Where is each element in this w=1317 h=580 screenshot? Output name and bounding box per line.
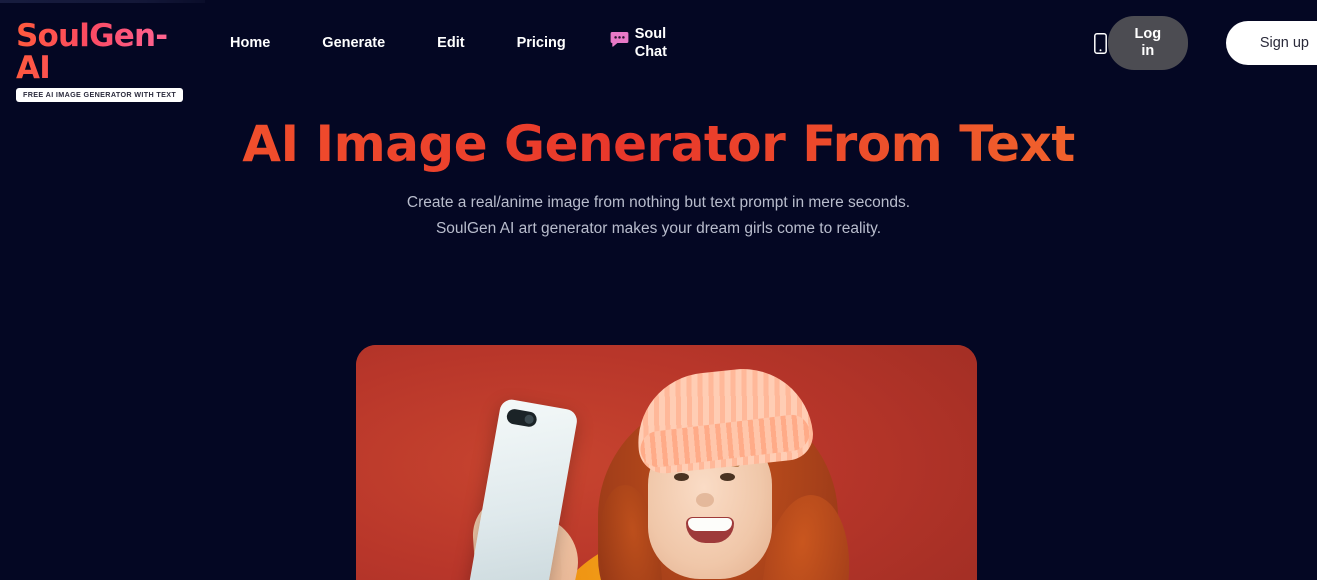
page-loading-progress-bar — [0, 0, 205, 3]
nav-item-soul-chat-label: Soul Chat — [634, 26, 667, 60]
signup-button[interactable]: Sign up — [1225, 21, 1317, 65]
mobile-phone-icon — [1093, 32, 1107, 54]
main-navigation: Home Generate Edit Pricing Soul Chat — [230, 0, 671, 86]
photo-eye-left — [674, 473, 689, 481]
photo-nose — [696, 493, 714, 507]
photo-eye-right — [720, 473, 735, 481]
logo-tagline-badge: FREE AI IMAGE GENERATOR WITH TEXT — [16, 87, 184, 102]
hero-subtitle-line-1: Create a real/anime image from nothing b… — [406, 194, 911, 211]
nav-item-edit[interactable]: Edit — [437, 29, 464, 57]
logo-wordmark: SoulGen-AI — [16, 20, 191, 84]
site-logo[interactable]: SoulGen-AI FREE AI IMAGE GENERATOR WITH … — [16, 20, 191, 102]
hero-section: AI Image Generator From Text Create a re… — [0, 86, 1317, 242]
site-header: SoulGen-AI FREE AI IMAGE GENERATOR WITH … — [0, 0, 1317, 102]
nav-item-soul-chat[interactable]: Soul Chat — [610, 25, 671, 61]
hero-subtitle: Create a real/anime image from nothing b… — [0, 190, 1317, 242]
photo-smartphone-camera — [505, 407, 538, 428]
hero-image[interactable] — [356, 345, 977, 580]
nav-item-generate[interactable]: Generate — [322, 29, 385, 57]
page-title: AI Image Generator From Text — [0, 114, 1317, 174]
header-actions: APP Log in Sign up — [1093, 0, 1317, 86]
nav-item-home[interactable]: Home — [230, 29, 270, 57]
login-button-label: Log in — [1134, 26, 1162, 59]
hero-subtitle-line-2: SoulGen AI art generator makes your drea… — [435, 220, 882, 237]
photo-teeth — [688, 518, 732, 531]
hero-photo-canvas — [356, 345, 977, 580]
login-button[interactable]: Log in — [1107, 16, 1188, 70]
chat-bubble-icon — [610, 31, 629, 48]
nav-item-pricing[interactable]: Pricing — [517, 29, 566, 57]
